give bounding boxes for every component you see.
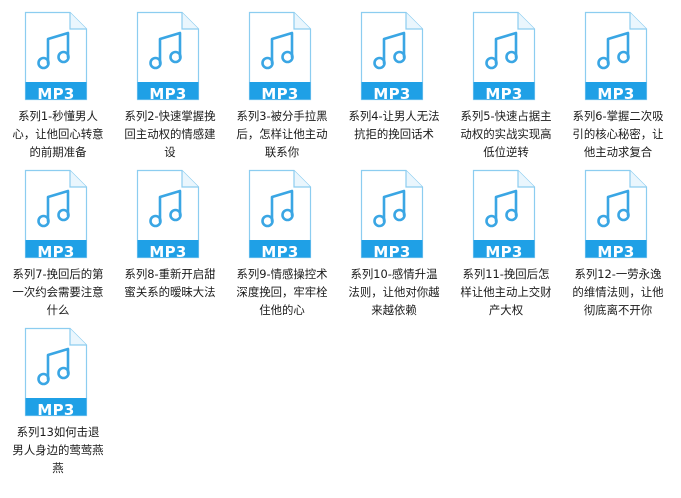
file-name: 系列6-掌握二次吸引的核心秘密，让他主动求复合	[572, 109, 664, 159]
file-name: 系列8-重新开启甜蜜关系的暧昧大法	[124, 267, 216, 299]
file-type-label: MP3	[37, 401, 75, 419]
file-item[interactable]: MP3 系列1-秒懂男人心，让他回心转意的前期准备	[11, 11, 115, 167]
file-grid: MP3 系列1-秒懂男人心，让他回心转意的前期准备 MP3 系列2-快速掌握挽回…	[11, 11, 681, 485]
file-type-label: MP3	[261, 243, 299, 261]
file-name: 系列5-快速占据主动权的实战实现高低位逆转	[460, 109, 552, 159]
file-name: 系列1-秒懂男人心，让他回心转意的前期准备	[12, 109, 104, 159]
file-item[interactable]: MP3 系列2-快速掌握挽回主动权的情感建设	[123, 11, 227, 167]
file-type-label: MP3	[149, 243, 187, 261]
file-type-label: MP3	[485, 85, 523, 103]
file-type-label: MP3	[37, 85, 75, 103]
file-item[interactable]: MP3 系列9-情感操控术深度挽回，牢牢栓住他的心	[235, 169, 339, 325]
file-name: 系列9-情感操控术深度挽回，牢牢栓住他的心	[236, 267, 328, 317]
file-name: 系列3-被分手拉黑后，怎样让他主动联系你	[236, 109, 328, 159]
file-type-label: MP3	[597, 85, 635, 103]
file-name: 系列7-挽回后的第一次约会需要注意什么	[12, 267, 104, 317]
file-item[interactable]: MP3 系列12-一劳永逸的维情法则，让他彻底离不开你	[571, 169, 675, 325]
file-item[interactable]: MP3 系列10-感情升温法则，让他对你越来越依赖	[347, 169, 451, 325]
file-item[interactable]: MP3 系列13如何击退男人身边的莺莺燕燕	[11, 327, 115, 483]
file-item[interactable]: MP3 系列6-掌握二次吸引的核心秘密，让他主动求复合	[571, 11, 675, 167]
file-name: 系列12-一劳永逸的维情法则，让他彻底离不开你	[572, 267, 664, 317]
file-name: 系列13如何击退男人身边的莺莺燕燕	[12, 425, 104, 475]
file-type-label: MP3	[261, 85, 299, 103]
file-type-label: MP3	[149, 85, 187, 103]
file-type-label: MP3	[37, 243, 75, 261]
file-type-label: MP3	[597, 243, 635, 261]
file-type-label: MP3	[485, 243, 523, 261]
file-item[interactable]: MP3 系列3-被分手拉黑后，怎样让他主动联系你	[235, 11, 339, 167]
file-name: 系列11-挽回后怎样让他主动上交财产大权	[460, 267, 552, 317]
file-item[interactable]: MP3 系列7-挽回后的第一次约会需要注意什么	[11, 169, 115, 325]
file-item[interactable]: MP3 系列8-重新开启甜蜜关系的暧昧大法	[123, 169, 227, 325]
file-type-label: MP3	[373, 243, 411, 261]
file-name: 系列10-感情升温法则，让他对你越来越依赖	[348, 267, 440, 317]
file-item[interactable]: MP3 系列5-快速占据主动权的实战实现高低位逆转	[459, 11, 563, 167]
file-item[interactable]: MP3 系列4-让男人无法抗拒的挽回话术	[347, 11, 451, 167]
file-name: 系列4-让男人无法抗拒的挽回话术	[348, 109, 440, 141]
file-item[interactable]: MP3 系列11-挽回后怎样让他主动上交财产大权	[459, 169, 563, 325]
file-type-label: MP3	[373, 85, 411, 103]
file-name: 系列2-快速掌握挽回主动权的情感建设	[124, 109, 216, 159]
